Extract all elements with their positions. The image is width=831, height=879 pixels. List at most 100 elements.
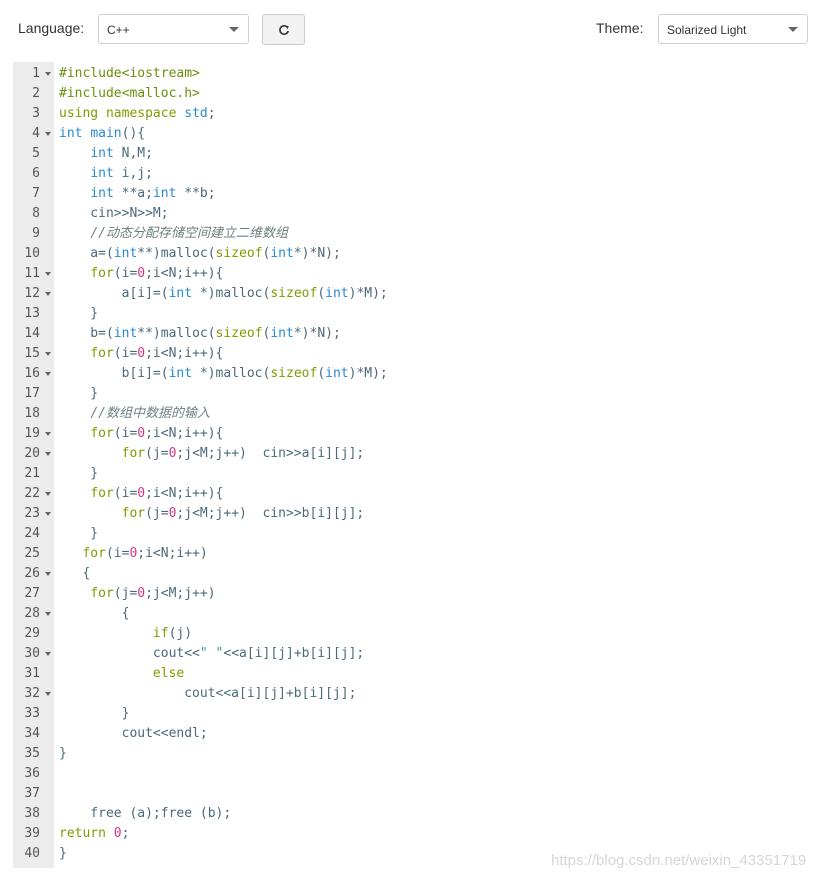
code-line[interactable]: 19 for(i=0;i<N;i++){ <box>13 424 812 444</box>
code-line[interactable]: 22 for(i=0;i<N;i++){ <box>13 484 812 504</box>
code-token: int <box>152 186 177 201</box>
theme-select-value: Solarized Light <box>667 23 747 37</box>
code-text: int i,j; <box>59 164 153 184</box>
code-line[interactable]: 25 for(i=0;i<N;i++) <box>13 544 812 564</box>
code-line[interactable]: 2 #include<malloc.h> <box>13 84 812 104</box>
code-line[interactable]: 20 for(j=0;j<M;j++) cin>>a[i][j]; <box>13 444 812 464</box>
fold-arrow-icon[interactable] <box>45 652 51 656</box>
fold-arrow-icon[interactable] <box>45 452 51 456</box>
fold-arrow-icon[interactable] <box>45 352 51 356</box>
code-token: int <box>113 326 138 341</box>
code-text: a=(int**)malloc(sizeof(int*)*N); <box>59 244 341 264</box>
code-line[interactable]: 37 <box>13 784 812 804</box>
toolbar: Language: C++ Theme: Solarized Light <box>0 0 831 60</box>
code-token: a[i]=( <box>59 286 169 301</box>
code-editor[interactable]: 1 #include<iostream> 2 #include<malloc.h> 3 u… <box>13 62 812 868</box>
code-line[interactable]: 10 a=(int**)malloc(sizeof(int*)*N); <box>13 244 812 264</box>
code-token: 0 <box>137 266 146 281</box>
code-token: ;j<M;j++) cin>>b[i][j]; <box>176 506 365 521</box>
line-number: 7 <box>32 186 40 201</box>
code-token: for <box>90 486 114 501</box>
fold-arrow-icon[interactable] <box>45 372 51 376</box>
code-line[interactable]: 16 b[i]=(int *)malloc(sizeof(int)*M); <box>13 364 812 384</box>
code-line[interactable]: 21 } <box>13 464 812 484</box>
code-token: *)malloc( <box>192 286 271 301</box>
code-token: ;i<N;i++) <box>137 546 208 561</box>
code-line[interactable]: 26 { <box>13 564 812 584</box>
code-token: )*M); <box>348 286 388 301</box>
code-line[interactable]: 3 using namespace std; <box>13 104 812 124</box>
code-token: ;i<N;i++){ <box>145 426 224 441</box>
code-line[interactable]: 13 } <box>13 304 812 324</box>
fold-arrow-icon[interactable] <box>45 272 51 276</box>
fold-arrow-icon[interactable] <box>45 432 51 436</box>
fold-arrow-icon[interactable] <box>45 132 51 136</box>
fold-arrow-icon[interactable] <box>45 512 51 516</box>
fold-arrow-icon[interactable] <box>45 292 51 296</box>
line-number: 13 <box>24 306 40 321</box>
code-line[interactable]: 27 for(j=0;j<M;j++) <box>13 584 812 604</box>
line-number: 33 <box>24 706 40 721</box>
code-token: 0 <box>137 346 146 361</box>
code-text: for(j=0;j<M;j++) cin>>a[i][j]; <box>59 444 365 464</box>
code-line[interactable]: 32 cout<<a[i][j]+b[i][j]; <box>13 684 812 704</box>
code-text: } <box>59 384 98 404</box>
code-line[interactable]: 33 } <box>13 704 812 724</box>
code-token: } <box>59 526 99 541</box>
line-number: 4 <box>32 126 40 141</box>
theme-select[interactable]: Solarized Light <box>658 14 808 44</box>
code-token: *)*N); <box>293 246 341 261</box>
code-line[interactable]: 15 for(i=0;i<N;i++){ <box>13 344 812 364</box>
fold-arrow-icon[interactable] <box>45 492 51 496</box>
code-line[interactable]: 18 //数组中数据的输入 <box>13 404 812 424</box>
refresh-button[interactable] <box>262 14 305 45</box>
code-line[interactable]: 23 for(j=0;j<M;j++) cin>>b[i][j]; <box>13 504 812 524</box>
code-token: *)malloc( <box>192 366 271 381</box>
code-line[interactable]: 35} <box>13 744 812 764</box>
code-line[interactable]: 28 { <box>13 604 812 624</box>
line-number: 16 <box>24 366 40 381</box>
fold-arrow-icon[interactable] <box>45 612 51 616</box>
code-line[interactable]: 4 int main(){ <box>13 124 812 144</box>
code-line[interactable]: 12 a[i]=(int *)malloc(sizeof(int)*M); <box>13 284 812 304</box>
code-line[interactable]: 17 } <box>13 384 812 404</box>
code-text: for(j=0;j<M;j++) cin>>b[i][j]; <box>59 504 365 524</box>
code-line[interactable]: 29 if(j) <box>13 624 812 644</box>
code-line[interactable]: 8 cin>>N>>M; <box>13 204 812 224</box>
line-number: 35 <box>24 746 40 761</box>
code-text: if(j) <box>59 624 192 644</box>
fold-arrow-icon[interactable] <box>45 72 51 76</box>
language-select[interactable]: C++ <box>98 14 249 44</box>
code-token: int <box>270 246 294 261</box>
code-token: int <box>90 146 114 161</box>
code-line[interactable]: 34 cout<<endl; <box>13 724 812 744</box>
code-line[interactable]: 5 int N,M; <box>13 144 812 164</box>
code-text: } <box>59 744 67 764</box>
code-line[interactable]: 11 for(i=0;i<N;i++){ <box>13 264 812 284</box>
code-line[interactable]: 1 #include<iostream> <box>13 64 812 84</box>
code-text: } <box>59 844 67 864</box>
code-text: //动态分配存储空间建立二维数组 <box>59 224 288 244</box>
code-text: } <box>59 464 98 484</box>
code-lines: 1 #include<iostream> 2 #include<malloc.h> 3 u… <box>13 64 812 864</box>
code-line[interactable]: 38 free (a);free (b); <box>13 804 812 824</box>
code-token: (j= <box>145 506 169 521</box>
code-text: for(i=0;i<N;i++){ <box>59 344 223 364</box>
fold-arrow-icon[interactable] <box>45 692 51 696</box>
code-line[interactable]: 30 cout<<" "<<a[i][j]+b[i][j]; <box>13 644 812 664</box>
code-line[interactable]: 7 int **a;int **b; <box>13 184 812 204</box>
code-text: free (a);free (b); <box>59 804 231 824</box>
fold-arrow-icon[interactable] <box>45 572 51 576</box>
code-line[interactable]: 31 else <box>13 664 812 684</box>
code-line[interactable]: 9 //动态分配存储空间建立二维数组 <box>13 224 812 244</box>
code-line[interactable]: 24 } <box>13 524 812 544</box>
code-line[interactable]: 6 int i,j; <box>13 164 812 184</box>
code-token: int <box>113 246 138 261</box>
code-text: } <box>59 524 98 544</box>
code-line[interactable]: 36 <box>13 764 812 784</box>
theme-label: Theme: <box>596 20 644 36</box>
code-line[interactable]: 14 b=(int**)malloc(sizeof(int*)*N); <box>13 324 812 344</box>
code-line[interactable]: 39 return 0; <box>13 824 812 844</box>
